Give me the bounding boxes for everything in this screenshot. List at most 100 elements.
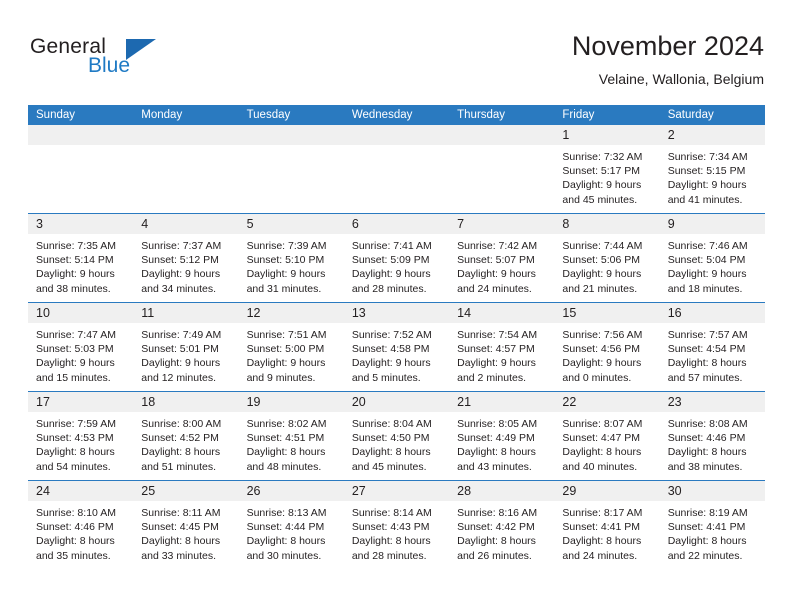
- sunrise-text: Sunrise: 7:41 AM: [351, 240, 432, 252]
- daylight-line2: and 35 minutes.: [36, 549, 111, 562]
- day-cell[interactable]: 3 Sunrise: 7:35 AM Sunset: 5:14 PM Dayli…: [28, 214, 134, 302]
- day-number: 28: [449, 481, 555, 501]
- daylight-line2: and 21 minutes.: [562, 282, 638, 295]
- calendar-week-row: 24 Sunrise: 8:10 AM Sunset: 4:46 PM Dayl…: [28, 480, 765, 569]
- sunrise-text: Sunrise: 8:16 AM: [457, 507, 538, 519]
- calendar-week-row: 3 Sunrise: 7:35 AM Sunset: 5:14 PM Dayli…: [28, 213, 765, 302]
- day-cell[interactable]: 20 Sunrise: 8:04 AM Sunset: 4:50 PM Dayl…: [343, 392, 450, 480]
- day-cell[interactable]: [28, 125, 134, 213]
- sunset-text: Sunset: 4:41 PM: [667, 521, 746, 534]
- sunrise-text: Sunrise: 7:34 AM: [667, 151, 748, 163]
- day-cell[interactable]: 13 Sunrise: 7:52 AM Sunset: 4:58 PM Dayl…: [343, 303, 450, 391]
- day-cell[interactable]: 5 Sunrise: 7:39 AM Sunset: 5:10 PM Dayli…: [238, 214, 344, 302]
- day-info: Sunrise: 8:05 AM Sunset: 4:49 PM Dayligh…: [449, 412, 554, 474]
- day-cell[interactable]: [343, 125, 450, 213]
- day-cell[interactable]: 17 Sunrise: 7:59 AM Sunset: 4:53 PM Dayl…: [28, 392, 134, 480]
- day-cell[interactable]: 27 Sunrise: 8:14 AM Sunset: 4:43 PM Dayl…: [343, 481, 450, 569]
- day-cell[interactable]: 2 Sunrise: 7:34 AM Sunset: 5:15 PM Dayli…: [659, 125, 765, 213]
- sunrise-text: Sunrise: 7:32 AM: [562, 151, 643, 163]
- day-cell[interactable]: [449, 125, 555, 213]
- daylight-line2: and 2 minutes.: [457, 371, 527, 384]
- daylight-line2: and 40 minutes.: [562, 460, 638, 473]
- day-cell[interactable]: 21 Sunrise: 8:05 AM Sunset: 4:49 PM Dayl…: [449, 392, 555, 480]
- day-cell[interactable]: 9 Sunrise: 7:46 AM Sunset: 5:04 PM Dayli…: [659, 214, 765, 302]
- day-cell[interactable]: 22 Sunrise: 8:07 AM Sunset: 4:47 PM Dayl…: [554, 392, 660, 480]
- day-cell[interactable]: 29 Sunrise: 8:17 AM Sunset: 4:41 PM Dayl…: [554, 481, 660, 569]
- day-cell[interactable]: 23 Sunrise: 8:08 AM Sunset: 4:46 PM Dayl…: [659, 392, 765, 480]
- day-cell[interactable]: 25 Sunrise: 8:11 AM Sunset: 4:45 PM Dayl…: [133, 481, 239, 569]
- daylight-line1: Daylight: 8 hours: [351, 535, 431, 548]
- day-cell[interactable]: 8 Sunrise: 7:44 AM Sunset: 5:06 PM Dayli…: [554, 214, 660, 302]
- day-cell[interactable]: 10 Sunrise: 7:47 AM Sunset: 5:03 PM Dayl…: [28, 303, 134, 391]
- daylight-line2: and 38 minutes.: [36, 282, 111, 295]
- general-blue-logo[interactable]: General Blue: [30, 36, 250, 86]
- sunset-text: Sunset: 4:45 PM: [141, 521, 219, 534]
- day-cell[interactable]: 15 Sunrise: 7:56 AM Sunset: 4:56 PM Dayl…: [554, 303, 660, 391]
- sunrise-text: Sunrise: 8:13 AM: [246, 507, 327, 519]
- day-cell[interactable]: 1 Sunrise: 7:32 AM Sunset: 5:17 PM Dayli…: [554, 125, 660, 213]
- day-number: 21: [449, 392, 555, 412]
- daylight-line1: Daylight: 9 hours: [36, 357, 115, 370]
- sunset-text: Sunset: 4:52 PM: [141, 432, 219, 445]
- day-info: Sunrise: 7:51 AM Sunset: 5:00 PM Dayligh…: [239, 323, 344, 385]
- day-number: 17: [28, 392, 134, 412]
- day-cell[interactable]: 11 Sunrise: 7:49 AM Sunset: 5:01 PM Dayl…: [133, 303, 239, 391]
- day-info: Sunrise: 7:47 AM Sunset: 5:03 PM Dayligh…: [28, 323, 133, 385]
- day-cell[interactable]: 18 Sunrise: 8:00 AM Sunset: 4:52 PM Dayl…: [133, 392, 239, 480]
- day-number: [449, 125, 555, 145]
- day-cell[interactable]: 7 Sunrise: 7:42 AM Sunset: 5:07 PM Dayli…: [449, 214, 555, 302]
- day-info: Sunrise: 8:04 AM Sunset: 4:50 PM Dayligh…: [344, 412, 449, 474]
- day-cell[interactable]: [238, 125, 344, 213]
- day-cell[interactable]: 24 Sunrise: 8:10 AM Sunset: 4:46 PM Dayl…: [28, 481, 134, 569]
- daylight-line1: Daylight: 9 hours: [562, 268, 642, 281]
- day-number: 29: [554, 481, 660, 501]
- blue-triangle-flag-icon: [126, 39, 156, 60]
- day-cell[interactable]: 28 Sunrise: 8:16 AM Sunset: 4:42 PM Dayl…: [449, 481, 555, 569]
- sunset-text: Sunset: 4:54 PM: [667, 343, 746, 356]
- day-cell[interactable]: 14 Sunrise: 7:54 AM Sunset: 4:57 PM Dayl…: [449, 303, 555, 391]
- daylight-line1: Daylight: 9 hours: [457, 357, 536, 370]
- day-number: 25: [133, 481, 239, 501]
- day-number: 9: [659, 214, 765, 234]
- day-number: 20: [343, 392, 450, 412]
- daylight-line1: Daylight: 9 hours: [457, 268, 536, 281]
- calendar-week-row: 1 Sunrise: 7:32 AM Sunset: 5:17 PM Dayli…: [28, 125, 765, 213]
- day-cell[interactable]: 26 Sunrise: 8:13 AM Sunset: 4:44 PM Dayl…: [238, 481, 344, 569]
- day-info: Sunrise: 7:54 AM Sunset: 4:57 PM Dayligh…: [449, 323, 554, 385]
- weekday-header-wednesday: Wednesday: [351, 109, 413, 121]
- daylight-line2: and 54 minutes.: [36, 460, 111, 473]
- sunrise-text: Sunrise: 7:56 AM: [562, 329, 643, 341]
- day-cell[interactable]: 12 Sunrise: 7:51 AM Sunset: 5:00 PM Dayl…: [238, 303, 344, 391]
- day-number: 13: [343, 303, 450, 323]
- day-cell[interactable]: 19 Sunrise: 8:02 AM Sunset: 4:51 PM Dayl…: [238, 392, 344, 480]
- sunrise-text: Sunrise: 7:37 AM: [141, 240, 222, 252]
- daylight-line1: Daylight: 9 hours: [351, 268, 431, 281]
- daylight-line2: and 51 minutes.: [141, 460, 216, 473]
- sunrise-text: Sunrise: 8:04 AM: [351, 418, 432, 430]
- day-info: Sunrise: 7:39 AM Sunset: 5:10 PM Dayligh…: [239, 234, 344, 296]
- day-info: Sunrise: 7:49 AM Sunset: 5:01 PM Dayligh…: [133, 323, 238, 385]
- day-info: Sunrise: 7:46 AM Sunset: 5:04 PM Dayligh…: [660, 234, 765, 296]
- day-cell[interactable]: [133, 125, 239, 213]
- calendar-week-row: 17 Sunrise: 7:59 AM Sunset: 4:53 PM Dayl…: [28, 391, 765, 480]
- day-number: 10: [28, 303, 134, 323]
- day-cell[interactable]: 16 Sunrise: 7:57 AM Sunset: 4:54 PM Dayl…: [659, 303, 765, 391]
- daylight-line2: and 9 minutes.: [246, 371, 316, 384]
- daylight-line1: Daylight: 8 hours: [667, 535, 747, 548]
- day-number: 23: [659, 392, 765, 412]
- day-cell[interactable]: 30 Sunrise: 8:19 AM Sunset: 4:41 PM Dayl…: [659, 481, 765, 569]
- sunset-text: Sunset: 5:14 PM: [36, 254, 114, 267]
- daylight-line2: and 28 minutes.: [351, 282, 427, 295]
- sunrise-text: Sunrise: 8:08 AM: [667, 418, 748, 430]
- day-cell[interactable]: 6 Sunrise: 7:41 AM Sunset: 5:09 PM Dayli…: [343, 214, 450, 302]
- daylight-line2: and 45 minutes.: [351, 460, 427, 473]
- day-info: Sunrise: 7:59 AM Sunset: 4:53 PM Dayligh…: [28, 412, 133, 474]
- day-number: 27: [343, 481, 450, 501]
- day-info: Sunrise: 7:37 AM Sunset: 5:12 PM Dayligh…: [133, 234, 238, 296]
- day-cell[interactable]: 4 Sunrise: 7:37 AM Sunset: 5:12 PM Dayli…: [133, 214, 239, 302]
- daylight-line1: Daylight: 8 hours: [141, 446, 221, 459]
- day-info: Sunrise: 7:42 AM Sunset: 5:07 PM Dayligh…: [449, 234, 554, 296]
- daylight-line2: and 41 minutes.: [667, 193, 743, 206]
- day-info: Sunrise: 8:07 AM Sunset: 4:47 PM Dayligh…: [554, 412, 659, 474]
- day-number: 22: [554, 392, 660, 412]
